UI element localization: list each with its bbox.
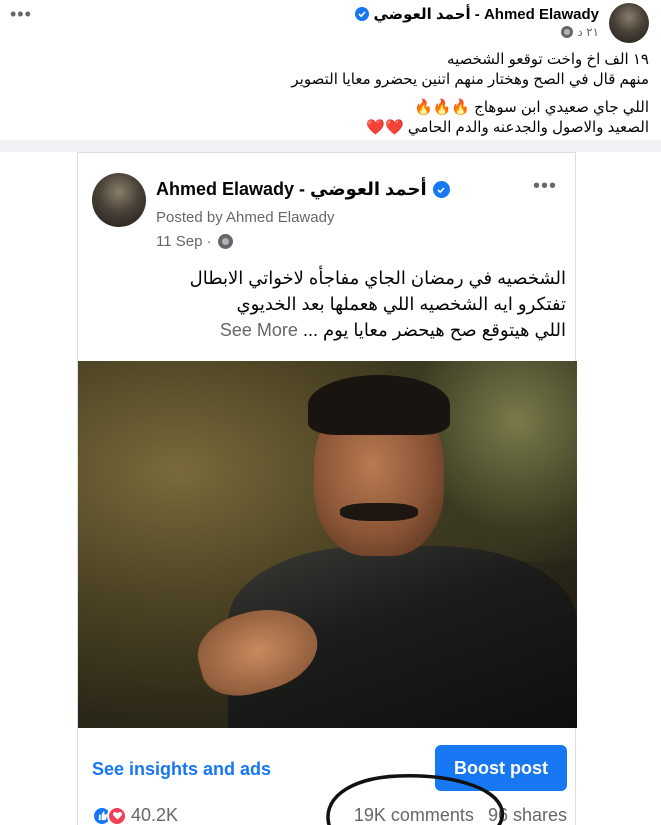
shared-post-meta: 11 Sep · (156, 233, 233, 250)
boost-post-button[interactable]: Boost post (435, 745, 567, 791)
outer-post-line: ١٩ الف اخ واخت توقعو الشخصيه (447, 51, 649, 68)
reactions-summary[interactable]: 40.2K (92, 805, 178, 825)
outer-post-line: منهم قال في الصح وهختار منهم اتنين يحضرو… (291, 71, 649, 88)
outer-post-meta: ٢١ د (561, 25, 599, 39)
shared-post-text: الشخصيه في رمضان الجاي مفاجأه لاخواتي ال… (92, 265, 566, 343)
shared-author-avatar[interactable] (92, 173, 146, 227)
post-photo[interactable] (78, 361, 577, 728)
shared-author-name[interactable]: Ahmed Elawady - أحمد العوضي (156, 179, 427, 200)
verified-badge-icon (355, 7, 370, 21)
globe-icon (561, 26, 574, 38)
see-insights-link[interactable]: See insights and ads (92, 759, 271, 780)
comments-count[interactable]: 19K comments (354, 805, 474, 825)
outer-post-menu-button[interactable]: ••• (10, 4, 32, 25)
outer-post-line: اللي جاي صعيدي ابن سوهاج 🔥🔥🔥 (413, 99, 649, 116)
reactions-count: 40.2K (131, 805, 179, 825)
shares-count[interactable]: 96 shares (488, 805, 567, 825)
shared-post-card: Ahmed Elawady - أحمد العوضي Posted by Ah… (77, 152, 577, 825)
love-reaction-icon (107, 805, 127, 825)
posted-by-label: Posted by Ahmed Elawady (156, 209, 335, 226)
divider (0, 140, 661, 152)
outer-post-time[interactable]: ٢١ د (577, 25, 599, 39)
outer-author-avatar[interactable] (609, 3, 649, 43)
shared-author-row: Ahmed Elawady - أحمد العوضي (156, 179, 450, 200)
shared-post-line-last: اللي هيتوقع صح هيحضر معايا يوم ... See M… (92, 317, 566, 343)
outer-post-line: الصعيد والاصول والجدعنه والدم الحامي ❤️❤… (366, 119, 649, 136)
engagement-stats: 40.2K 19K comments 96 shares (78, 805, 577, 825)
shared-post-date[interactable]: 11 Sep · (156, 233, 212, 250)
comments-shares: 19K comments 96 shares (354, 805, 567, 825)
outer-author-row: أحمد العوضي - Ahmed Elawady (355, 5, 599, 23)
shared-post-line: اللي هيتوقع صح هيحضر معايا يوم ... (302, 320, 566, 340)
globe-icon (217, 234, 233, 249)
outer-post-header: أحمد العوضي - Ahmed Elawady ٢١ د ••• (0, 0, 661, 44)
insights-row: See insights and ads Boost post (78, 745, 577, 795)
shared-post-line: الشخصيه في رمضان الجاي مفاجأه لاخواتي ال… (189, 268, 566, 288)
shared-post-line: تفتكرو ايه الشخصيه اللي هعملها بعد الخدي… (236, 294, 567, 314)
verified-badge-icon (432, 181, 450, 198)
outer-post-text: ١٩ الف اخ واخت توقعو الشخصيه منهم قال في… (19, 50, 649, 138)
shared-post-menu-button[interactable]: ••• (533, 175, 557, 198)
outer-author-name[interactable]: أحمد العوضي - Ahmed Elawady (373, 5, 599, 23)
see-more-link[interactable]: See More (220, 320, 298, 340)
